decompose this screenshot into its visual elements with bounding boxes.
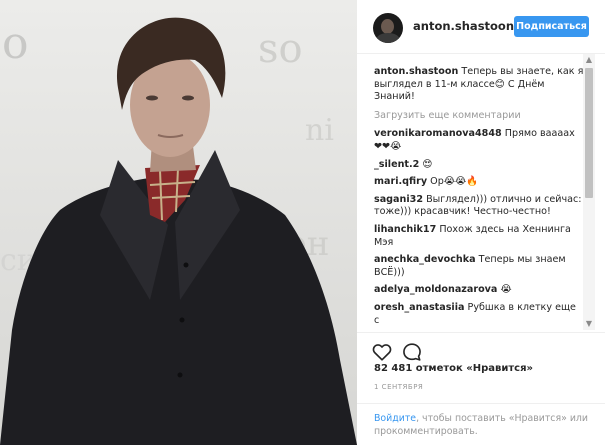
post-photo[interactable]: о sо ni рн си [0, 0, 357, 445]
caption-username[interactable]: anton.shastoon [374, 66, 458, 77]
comment-username[interactable]: mari.qfiry [374, 176, 427, 187]
post-date[interactable]: 1 сентября [374, 383, 423, 391]
svg-text:sо: sо [258, 26, 303, 72]
author-username[interactable]: anton.shastoon [413, 19, 514, 33]
login-prompt: Войдите, чтобы поставить «Нравится» или … [357, 403, 605, 443]
scroll-up-icon[interactable]: ▲ [583, 54, 595, 66]
comment-username[interactable]: _silent.2 [374, 159, 419, 170]
svg-text:ni: ni [305, 113, 334, 148]
list-item: adelya_moldonazarova 😭 [374, 284, 584, 297]
caption: anton.shastoon Теперь вы знаете, как я в… [374, 66, 584, 104]
comment-username[interactable]: sagani32 [374, 194, 423, 205]
comments-scrollbar[interactable]: ▲ ▼ [583, 54, 595, 330]
scroll-down-icon[interactable]: ▼ [583, 318, 595, 330]
avatar[interactable] [373, 13, 403, 43]
list-item: _silent.2 😍 [374, 159, 584, 172]
heart-outline-icon[interactable] [371, 341, 393, 363]
follow-button[interactable]: Подписаться [514, 16, 589, 37]
comment-username[interactable]: adelya_moldonazarova [374, 284, 497, 295]
list-item: veronikaromanova4848 Прямо ваааах ❤❤😭 [374, 128, 584, 153]
comment-text: 😍 [422, 158, 433, 170]
list-item: lihanchik17 Похож здесь на Хеннинга Мэя [374, 224, 584, 249]
comment-username[interactable]: oresh_anastasiia [374, 302, 464, 313]
comment-text: 😭 [500, 284, 512, 296]
comment-username[interactable]: lihanchik17 [374, 224, 436, 235]
svg-text:о: о [2, 18, 29, 69]
post-header: anton.shastoon Подписаться [357, 0, 605, 54]
comment-bubble-icon[interactable] [401, 341, 423, 363]
photo-illustration: о sо ni рн си [0, 0, 357, 445]
comment-text: Ор😭😭🔥 [430, 176, 479, 188]
comment-username[interactable]: veronikaromanova4848 [374, 128, 502, 139]
list-item: mari.qfiry Ор😭😭🔥 [374, 176, 584, 189]
post-actions: 82 481 отметок «Нравится» 1 сентября Вой… [357, 332, 605, 442]
post-side-panel: anton.shastoon Подписаться anton.shastoo… [357, 0, 605, 445]
scrollbar-thumb[interactable] [585, 68, 593, 198]
list-item: oresh_anastasiia Рубшка в клетку еще с [374, 302, 584, 327]
likes-count[interactable]: 82 481 отметок «Нравится» [374, 363, 533, 374]
comment-username[interactable]: anechka_devochka [374, 254, 476, 265]
login-link[interactable]: Войдите [374, 413, 416, 424]
list-item: sagani32 Выглядел))) отлично и сейчас: т… [374, 194, 584, 219]
comments-list: anton.shastoon Теперь вы знаете, как я в… [374, 66, 584, 328]
list-item: anechka_devochka Теперь мы знаем ВСЁ))) [374, 254, 584, 279]
load-more-comments-link[interactable]: Загрузить еще комментарии [374, 110, 584, 123]
